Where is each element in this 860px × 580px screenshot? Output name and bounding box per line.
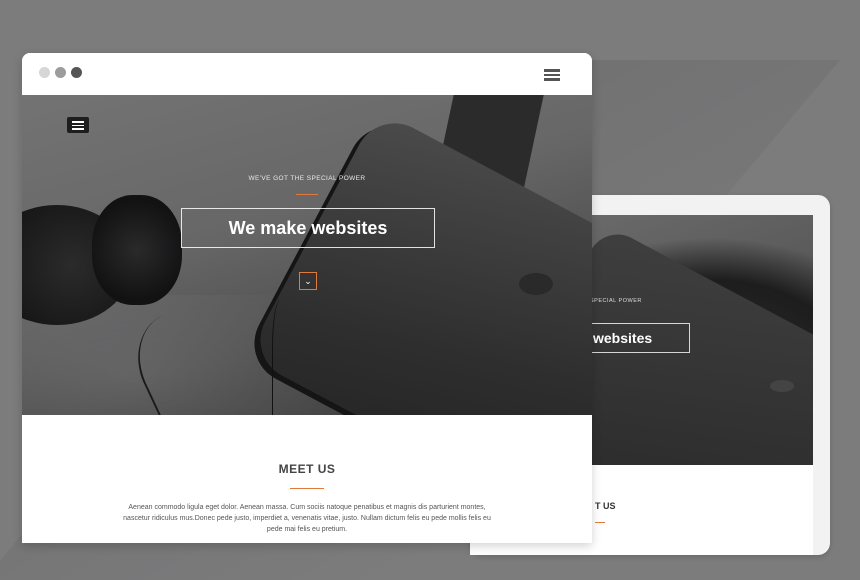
site-menu-icon[interactable] <box>67 117 89 133</box>
hero-tagline-rule <box>296 194 318 195</box>
chevron-down-icon: ⌄ <box>304 276 312 286</box>
tablet-meet-rule <box>595 522 605 523</box>
scroll-down-button[interactable]: ⌄ <box>299 272 317 290</box>
headphone-right <box>92 195 182 305</box>
laptop-cable <box>272 300 293 415</box>
browser-titlebar <box>22 53 592 95</box>
laptop-photo <box>246 109 592 415</box>
meet-us-title: MEET US <box>278 462 336 476</box>
browser-window: WE'VE GOT THE SPECIAL POWER We make webs… <box>22 53 592 543</box>
window-dot-mid[interactable] <box>55 67 66 78</box>
hamburger-menu-icon[interactable] <box>544 69 560 81</box>
meet-us-rule <box>290 488 324 489</box>
hero-tagline: WE'VE GOT THE SPECIAL POWER <box>248 175 366 182</box>
tablet-tagline: SPECIAL POWER <box>590 298 642 304</box>
window-dot-light[interactable] <box>39 67 50 78</box>
tablet-meet-title: T US <box>595 501 616 511</box>
apple-logo-icon <box>519 273 553 295</box>
hero-section: WE'VE GOT THE SPECIAL POWER We make webs… <box>22 95 592 415</box>
apple-logo-icon <box>770 380 794 392</box>
hero-title: We make websites <box>181 208 435 248</box>
window-dot-dark[interactable] <box>71 67 82 78</box>
meet-us-text: Aenean commodo ligula eget dolor. Aenean… <box>123 504 491 533</box>
